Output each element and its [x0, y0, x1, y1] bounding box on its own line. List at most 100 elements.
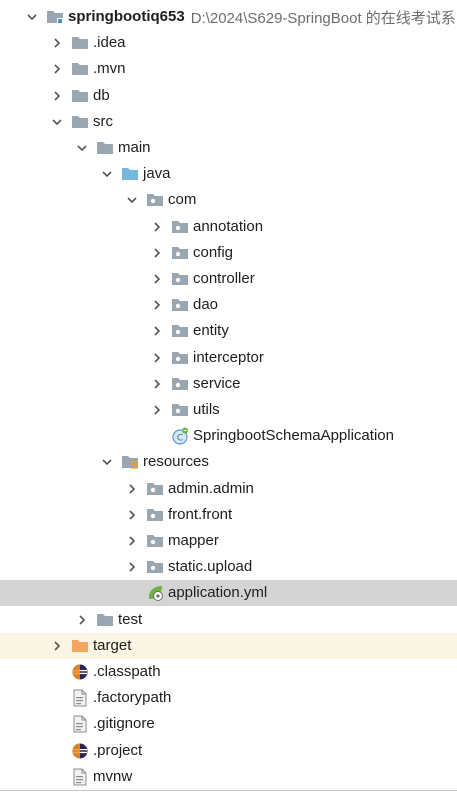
tree-item-com[interactable]: com [0, 187, 457, 213]
package-icon [171, 218, 189, 236]
chevron-right-icon[interactable] [49, 83, 65, 109]
chevron-right-icon[interactable] [149, 292, 165, 318]
spring-boot-class-icon: C [171, 427, 189, 445]
spring-config-icon [146, 584, 164, 602]
tree-item-factorypath[interactable]: .factorypath [0, 685, 457, 711]
tree-item-dao[interactable]: dao [0, 292, 457, 318]
tree-item-label: application.yml [168, 584, 268, 602]
tree-item-main[interactable]: main [0, 135, 457, 161]
package-icon [171, 401, 189, 419]
tree-item-java[interactable]: java [0, 161, 457, 187]
tree-item-src[interactable]: src [0, 109, 457, 135]
tree-item-label: java [143, 165, 171, 183]
tree-item-project[interactable]: .project [0, 738, 457, 764]
tree-item-resources[interactable]: resources [0, 449, 457, 475]
eclipse-icon [71, 663, 89, 681]
chevron-right-icon[interactable] [124, 528, 140, 554]
package-icon [171, 322, 189, 340]
tree-item-idea[interactable]: .idea [0, 30, 457, 56]
tree-item-label: config [193, 243, 234, 261]
tree-item-controller[interactable]: controller [0, 266, 457, 292]
tree-item-entity[interactable]: entity [0, 318, 457, 344]
project-tree: springbootiq653 D:\2024\S629-SpringBoot 的… [0, 0, 457, 790]
tree-item-interceptor[interactable]: interceptor [0, 345, 457, 371]
tree-item-label: interceptor [193, 348, 264, 366]
text-file-icon [71, 768, 89, 786]
tree-item-mapper[interactable]: mapper [0, 528, 457, 554]
package-icon [171, 349, 189, 367]
tree-item-label: mapper [168, 532, 219, 549]
chevron-right-icon[interactable] [149, 266, 165, 292]
package-icon [146, 191, 164, 209]
chevron-right-icon[interactable] [149, 371, 165, 397]
tree-item-utils[interactable]: utils [0, 397, 457, 423]
folder-icon [71, 34, 89, 52]
chevron-down-icon[interactable] [124, 187, 140, 213]
chevron-right-icon[interactable] [149, 345, 165, 371]
chevron-right-icon[interactable] [149, 318, 165, 344]
tree-item-gitignore[interactable]: .gitignore [0, 711, 457, 737]
text-file-icon [71, 689, 89, 707]
chevron-right-icon[interactable] [149, 397, 165, 423]
folder-icon [71, 113, 89, 131]
tree-item-label: springbootiq653 [68, 8, 185, 25]
tree-item-classpath[interactable]: .classpath [0, 659, 457, 685]
tree-item-application-yml[interactable]: application.yml [0, 580, 457, 607]
tree-item-config[interactable]: config [0, 240, 457, 266]
tree-item-label: .mvn [93, 60, 126, 78]
tree-item-label: admin.admin [168, 479, 254, 497]
tree-item-test[interactable]: test [0, 607, 457, 633]
chevron-right-icon[interactable] [149, 214, 165, 240]
tree-item-admin-admin[interactable]: admin.admin [0, 476, 457, 502]
tree-item-label: .factorypath [93, 689, 172, 707]
tree-item-service[interactable]: service [0, 371, 457, 397]
tree-item-label: .project [93, 741, 143, 759]
chevron-right-icon[interactable] [49, 30, 65, 56]
tree-item-label: src [93, 112, 113, 130]
package-icon [171, 244, 189, 262]
svg-text:C: C [177, 434, 183, 444]
chevron-right-icon[interactable] [49, 56, 65, 82]
tree-item-target[interactable]: target [0, 632, 457, 659]
tree-item-springbootiq653[interactable]: springbootiq653 D:\2024\S629-SpringBoot 的… [0, 4, 457, 30]
chevron-down-icon[interactable] [99, 449, 115, 475]
source-root-icon [121, 165, 139, 183]
chevron-right-icon[interactable] [49, 633, 65, 659]
folder-icon [71, 87, 89, 105]
tree-item-label: entity [193, 322, 229, 340]
tree-item-static-upload[interactable]: static.upload [0, 554, 457, 580]
tree-item-label: front.front [168, 505, 233, 523]
tree-item-label: resources [143, 453, 209, 471]
tree-item-front-front[interactable]: front.front [0, 502, 457, 528]
chevron-down-icon[interactable] [24, 4, 40, 30]
text-file-icon [71, 715, 89, 733]
chevron-right-icon[interactable] [149, 240, 165, 266]
package-icon [171, 270, 189, 288]
folder-icon [96, 139, 114, 157]
chevron-down-icon[interactable] [99, 161, 115, 187]
chevron-right-icon[interactable] [124, 554, 140, 580]
tree-item-springbootschemaapplication[interactable]: C SpringbootSchemaApplication [0, 423, 457, 449]
tree-item-annotation[interactable]: annotation [0, 214, 457, 240]
tree-item-label: annotation [193, 217, 264, 235]
package-icon [171, 296, 189, 314]
chevron-right-icon[interactable] [124, 502, 140, 528]
chevron-down-icon[interactable] [74, 135, 90, 161]
resources-root-icon [121, 453, 139, 471]
tree-item-mvn[interactable]: .mvn [0, 56, 457, 82]
chevron-right-icon[interactable] [74, 607, 90, 633]
tree-item-db[interactable]: db [0, 83, 457, 109]
chevron-right-icon[interactable] [124, 476, 140, 502]
eclipse-icon [71, 742, 89, 760]
tree-item-label: static.upload [168, 558, 253, 576]
tree-item-label: target [93, 636, 132, 654]
tree-item-label: db [93, 86, 110, 104]
tree-item-mvnw[interactable]: mvnw [0, 764, 457, 790]
chevron-down-icon[interactable] [49, 109, 65, 135]
tree-item-label: test [118, 610, 143, 628]
tree-item-label: .classpath [93, 663, 161, 680]
excluded-folder-icon [71, 637, 89, 655]
